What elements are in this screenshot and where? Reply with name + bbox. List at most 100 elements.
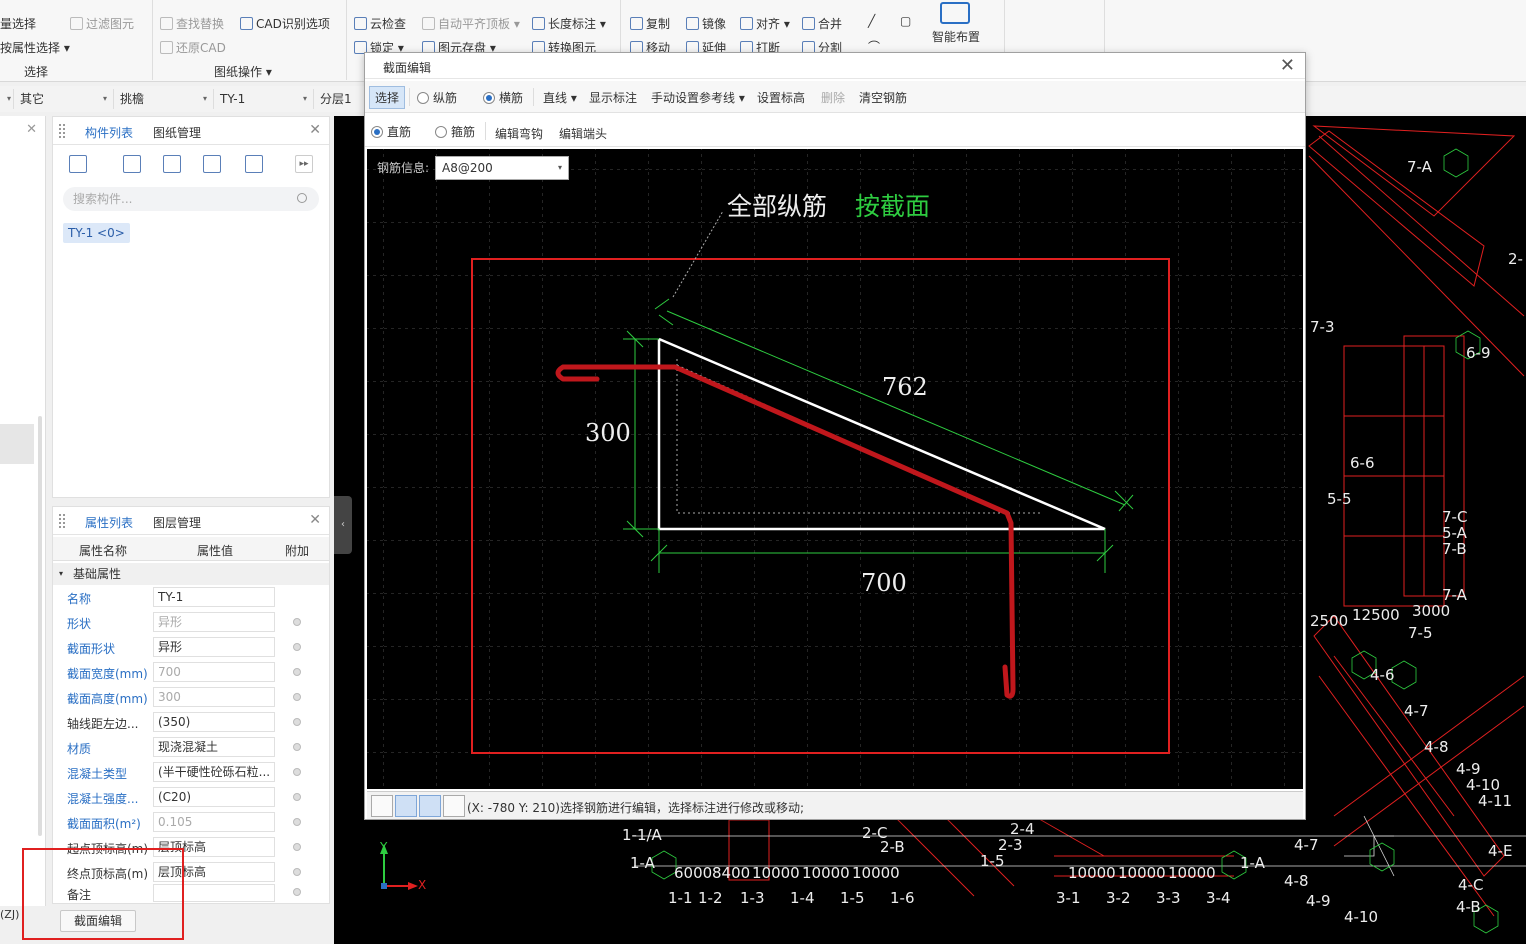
selector-type[interactable]: 其它 ▾	[20, 89, 114, 109]
transverse-radio[interactable]: 横筋	[483, 89, 523, 106]
filter-component-icon[interactable]	[245, 155, 263, 173]
tab-component-list[interactable]: 构件列表	[85, 124, 133, 141]
line-tool-icon[interactable]: ╱	[868, 14, 875, 28]
ortho-snap-icon[interactable]	[371, 795, 393, 817]
property-value[interactable]: 现浇混凝土	[153, 737, 275, 757]
property-value[interactable]: 异形	[153, 637, 275, 657]
attach-checkbox[interactable]	[293, 693, 301, 701]
longitudinal-radio[interactable]: 纵筋	[417, 89, 457, 106]
search-input[interactable]: 搜索构件...	[63, 187, 319, 211]
attach-checkbox[interactable]	[293, 643, 301, 651]
edit-hook-button[interactable]: 编辑弯钩	[495, 125, 543, 142]
tab-drawing-management[interactable]: 图纸管理	[153, 124, 201, 141]
property-value[interactable]: TY-1	[153, 587, 275, 607]
attach-checkbox[interactable]	[293, 668, 301, 676]
set-elevation-button[interactable]: 设置标高	[757, 89, 805, 106]
ribbon-smart-layout[interactable]: 智能布置	[932, 28, 980, 45]
ribbon-merge[interactable]: 合并	[802, 15, 842, 32]
collapse-panel-handle[interactable]: ‹	[334, 496, 352, 554]
ribbon-filter[interactable]: 过滤图元	[70, 15, 134, 32]
layer-copy-icon[interactable]	[203, 155, 221, 173]
ribbon-cloud-check[interactable]: 云检查	[354, 15, 406, 32]
clear-rebar-button[interactable]: 清空钢筋	[859, 89, 907, 106]
attach-checkbox[interactable]	[293, 718, 301, 726]
add-snap-icon[interactable]	[443, 795, 465, 817]
property-group-basic[interactable]: ▾ 基础属性	[53, 563, 329, 585]
dimension-bottom[interactable]: 700	[861, 569, 907, 597]
stirrup-radio[interactable]: 箍筋	[435, 123, 475, 140]
new-component-icon[interactable]	[69, 155, 87, 173]
rebar-info-select[interactable]: A8@200 ▾	[435, 156, 569, 180]
show-dimension-button[interactable]: 显示标注	[589, 89, 637, 106]
selector-floor[interactable]: 分层1	[320, 89, 360, 109]
close-icon[interactable]: ✕	[26, 122, 37, 137]
nav-scrollbar[interactable]	[38, 416, 42, 836]
attach-checkbox[interactable]	[293, 768, 301, 776]
drag-grip-icon[interactable]	[59, 514, 65, 528]
close-icon[interactable]: ✕	[309, 512, 321, 528]
ribbon-batch-select[interactable]: 量选择	[0, 15, 36, 32]
cad-label: 6-9	[1466, 344, 1491, 362]
ribbon-mirror[interactable]: 镜像	[686, 15, 726, 32]
attach-checkbox[interactable]	[293, 843, 301, 851]
component-item-ty1[interactable]: TY-1 <0>	[63, 223, 130, 243]
property-value[interactable]: 700	[153, 662, 275, 682]
attach-checkbox[interactable]	[293, 818, 301, 826]
close-icon[interactable]: ✕	[1280, 55, 1295, 76]
property-value[interactable]: (350)	[153, 712, 275, 732]
line-snap-icon[interactable]	[395, 795, 417, 817]
select-button[interactable]: 选择	[369, 86, 406, 109]
property-value[interactable]: 异形	[153, 612, 275, 632]
close-icon[interactable]: ✕	[309, 122, 321, 138]
ribbon-align[interactable]: 对齐 ▾	[740, 15, 790, 32]
cad-label: 4-7	[1404, 702, 1429, 720]
manual-reference-line-dropdown[interactable]: 手动设置参考线 ▾	[651, 89, 745, 106]
smart-layout-icon[interactable]	[940, 2, 970, 24]
drag-grip-icon[interactable]	[59, 124, 65, 138]
dialog-titlebar[interactable]: 截面编辑 ✕	[365, 53, 1305, 79]
selector-prev-arrow[interactable]: ▾	[0, 89, 14, 109]
property-value[interactable]: (C20)	[153, 787, 275, 807]
annotation-by-section[interactable]: 按截面	[855, 187, 930, 223]
cad-label: 4-9	[1306, 892, 1331, 910]
ribbon-attr-select[interactable]: 按属性选择 ▾	[0, 39, 70, 56]
dimension-top[interactable]: 762	[882, 373, 928, 401]
dimension-left[interactable]: 300	[585, 419, 631, 447]
attach-checkbox[interactable]	[293, 868, 301, 876]
ribbon-group-drawing[interactable]: 图纸操作 ▾	[214, 63, 272, 80]
straight-rebar-radio[interactable]: 直筋	[371, 123, 411, 140]
line-dropdown[interactable]: 直线 ▾	[543, 89, 577, 106]
attach-checkbox[interactable]	[293, 743, 301, 751]
nav-selected-item[interactable]	[0, 424, 34, 464]
ribbon-find-replace[interactable]: 查找替换	[160, 15, 224, 32]
attach-checkbox[interactable]	[293, 888, 301, 896]
attach-checkbox[interactable]	[293, 793, 301, 801]
property-value[interactable]: 300	[153, 687, 275, 707]
ribbon-restore-cad[interactable]: 还原CAD	[160, 39, 226, 56]
selector-category[interactable]: 挑檐 ▾	[120, 89, 214, 109]
section-canvas[interactable]: 钢筋信息: A8@200 ▾ 全部纵筋 按截面 762 300 700	[367, 149, 1303, 789]
annotation-all-longitudinal[interactable]: 全部纵筋	[727, 187, 827, 223]
tab-property-list[interactable]: 属性列表	[85, 514, 133, 531]
ribbon-cad-options[interactable]: CAD识别选项	[240, 15, 330, 32]
delete-icon[interactable]	[163, 155, 181, 173]
copy-component-icon[interactable]	[123, 155, 141, 173]
ribbon-auto-level[interactable]: 自动平齐顶板 ▾	[422, 15, 520, 32]
attach-checkbox[interactable]	[293, 618, 301, 626]
more-icon[interactable]: ▸▸	[295, 155, 313, 173]
delete-button[interactable]: 删除	[821, 89, 845, 106]
perpendicular-snap-icon[interactable]	[419, 795, 441, 817]
cad-label: 10000	[752, 864, 800, 882]
property-name: 名称	[67, 592, 92, 606]
rect-tool-icon[interactable]: ▢	[900, 14, 911, 28]
cad-label: 7-B	[1442, 540, 1467, 558]
chevron-down-icon: ▾	[202, 94, 207, 103]
ribbon-copy[interactable]: 复制	[630, 15, 670, 32]
selector-component[interactable]: TY-1 ▾	[220, 89, 314, 109]
cad-label: 4-6	[1370, 666, 1395, 684]
tab-layer-management[interactable]: 图层管理	[153, 514, 201, 531]
ribbon-length-dim[interactable]: 长度标注 ▾	[532, 15, 606, 32]
property-value[interactable]: (半干硬性砼砾石粒...	[153, 762, 275, 782]
edit-end-button[interactable]: 编辑端头	[559, 125, 607, 142]
property-value[interactable]: 0.105	[153, 812, 275, 832]
